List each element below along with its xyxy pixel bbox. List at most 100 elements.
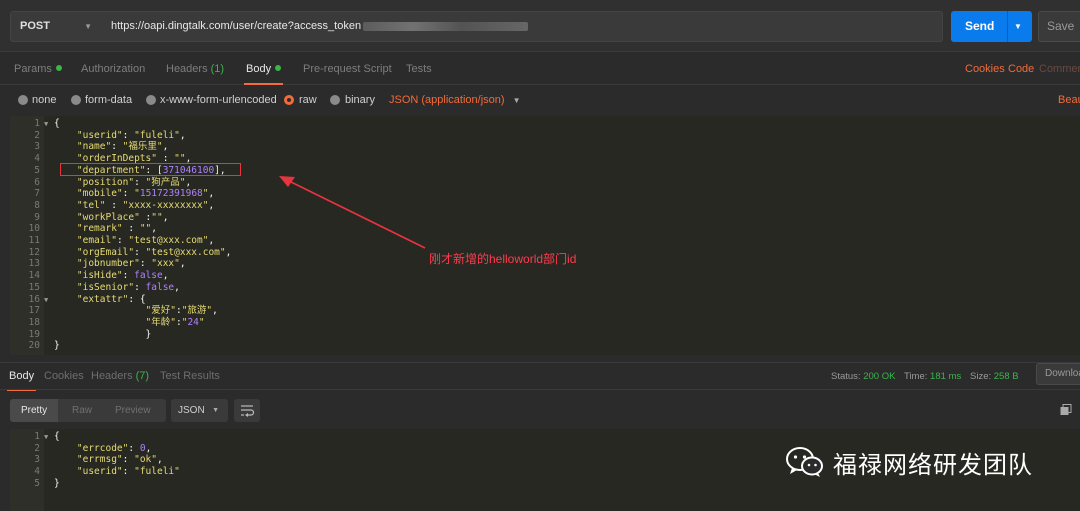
code-line: "orgEmail": "test@xxx.com", (76, 246, 232, 258)
code-line: "name": "福乐里", (76, 141, 169, 153)
line-number: 18 (28, 316, 40, 328)
radio-form-data[interactable] (71, 95, 81, 105)
line-number: 3 (34, 454, 40, 466)
wechat-logo-icon (786, 447, 823, 477)
line-number: 8 (34, 199, 40, 211)
code-line: { (54, 431, 60, 442)
line-number: 20 (28, 340, 40, 352)
code-line: "年龄":"24" (145, 316, 205, 328)
line-number: 6 (34, 176, 40, 188)
fold-arrow-icon[interactable]: ▼ (44, 433, 48, 441)
tab-pre-request-script[interactable]: Pre-request Script (303, 52, 392, 85)
code-line: } (54, 477, 60, 489)
code-line: } (54, 340, 60, 352)
line-number: 4 (34, 153, 40, 165)
line-number: 3 (34, 141, 40, 153)
line-number: 1 (34, 118, 40, 129)
code-line: "爱好":"旅游", (145, 305, 218, 317)
code-line: "errcode": 0, (76, 442, 152, 454)
request-body-editor[interactable]: 1 2 3 4 5 6 7 8 9 10 11 12 13 14 15 16 17 18 19 20 ▼{ "user… (10, 116, 1080, 355)
line-number: 2 (34, 129, 40, 141)
tab-body[interactable]: Body (243, 52, 284, 85)
comments-link[interactable]: Commen (1039, 52, 1080, 85)
radio-urlencoded[interactable] (146, 95, 156, 105)
url-input[interactable]: https://oapi.dingtalk.com/user/create?ac… (102, 11, 943, 42)
line-number: 2 (34, 442, 40, 454)
send-options-chevron-icon[interactable]: ▼ (1014, 11, 1022, 42)
copy-icon[interactable] (1060, 404, 1072, 416)
line-gutter: 1 2 3 4 5 6 7 8 9 10 11 12 13 14 15 16 17 18 19 20 (10, 116, 44, 355)
tab-tests[interactable]: Tests (406, 52, 432, 85)
format-select[interactable]: JSON ▼ (171, 399, 228, 422)
line-gutter: 12345 (10, 429, 44, 511)
chevron-down-icon: ▼ (212, 407, 219, 414)
radio-binary-label: binary (345, 94, 375, 106)
line-number: 17 (28, 305, 40, 317)
line-number: 13 (28, 258, 40, 270)
line-number: 5 (34, 477, 40, 489)
line-number: 10 (28, 223, 40, 235)
code-line: "email": "test@xxx.com", (76, 235, 215, 246)
body-type-row: none form-data x-www-form-urlencoded raw… (0, 86, 1080, 116)
radio-raw-label: raw (299, 94, 317, 106)
view-raw-button[interactable]: Raw (72, 399, 92, 422)
time-readout: Time: 181 ms (904, 371, 962, 382)
response-tabs: Body Cookies Headers (7) Test Results St… (0, 362, 1080, 392)
response-toolbar: Pretty Raw Preview JSON ▼ (0, 391, 1080, 429)
resp-tab-headers[interactable]: Headers (7) (91, 363, 149, 391)
tab-headers[interactable]: Headers (1) (166, 52, 224, 85)
radio-binary[interactable] (330, 95, 340, 105)
save-button[interactable]: Save (1038, 11, 1080, 42)
code-line: "tel" : "xxxx-xxxxxxxx", (76, 199, 215, 211)
view-mode-group: Pretty Raw Preview (10, 399, 166, 422)
code-link[interactable]: Code (1008, 52, 1034, 85)
line-number: 1 (34, 431, 40, 442)
size-readout: Size: 258 B (970, 371, 1019, 382)
content-type-select[interactable]: JSON (application/json) ▼ (389, 94, 520, 106)
resp-tab-body[interactable]: Body (6, 363, 37, 392)
cookies-link[interactable]: Cookies (965, 52, 1005, 85)
download-button[interactable]: Download (1036, 363, 1080, 385)
request-tabs: Params Authorization Headers (1) Body Pr… (0, 52, 1080, 85)
radio-raw[interactable] (284, 95, 294, 105)
annotation-text: 刚才新增的helloworld部门id (429, 252, 577, 266)
chevron-down-icon: ▼ (84, 22, 92, 31)
tab-params[interactable]: Params (14, 52, 62, 85)
fold-arrow-icon[interactable]: ▼ (44, 296, 48, 304)
line-number: 14 (28, 270, 40, 282)
wrap-lines-icon (241, 405, 255, 417)
send-button[interactable]: Send ▼ (951, 11, 1032, 42)
method-select[interactable]: POST ▼ (10, 11, 103, 42)
beautify-link[interactable]: Beau (1058, 94, 1080, 106)
watermark-text: 福禄网络研发团队 (833, 450, 1033, 479)
code-line: } (54, 328, 152, 340)
line-number: 5 (34, 164, 40, 176)
code-line: "isSenior": false, (76, 281, 180, 293)
wrap-lines-button[interactable] (234, 399, 260, 422)
line-number: 15 (28, 281, 40, 293)
line-number: 7 (34, 188, 40, 200)
url-text: https://oapi.dingtalk.com/user/create?ac… (111, 20, 362, 32)
status-readout: Status: 200 OK (831, 371, 896, 382)
code-line: "remark" : "", (76, 223, 158, 235)
resp-tab-test-results[interactable]: Test Results (160, 363, 220, 391)
resp-tab-cookies[interactable]: Cookies (44, 363, 84, 391)
view-preview-button[interactable]: Preview (115, 399, 151, 422)
line-number: 4 (34, 466, 40, 478)
request-bar: POST ▼ https://oapi.dingtalk.com/user/cr… (0, 0, 1080, 52)
radio-form-data-label: form-data (85, 94, 133, 106)
annotation-arrow (279, 176, 426, 249)
radio-none[interactable] (18, 95, 28, 105)
line-number: 12 (28, 246, 40, 258)
send-label: Send (965, 19, 995, 33)
status-dot-icon (55, 65, 62, 71)
fold-arrow-icon[interactable]: ▼ (44, 120, 48, 128)
radio-none-label: none (32, 94, 57, 106)
chevron-down-icon: ▼ (512, 96, 521, 105)
radio-urlencoded-label: x-www-form-urlencoded (160, 94, 277, 106)
code-line: "extattr": { (76, 293, 146, 305)
line-number: 11 (28, 235, 40, 246)
view-pretty-button[interactable]: Pretty (10, 399, 59, 422)
code-line: "position": "狗产品", (76, 176, 192, 188)
tab-authorization[interactable]: Authorization (81, 52, 145, 85)
